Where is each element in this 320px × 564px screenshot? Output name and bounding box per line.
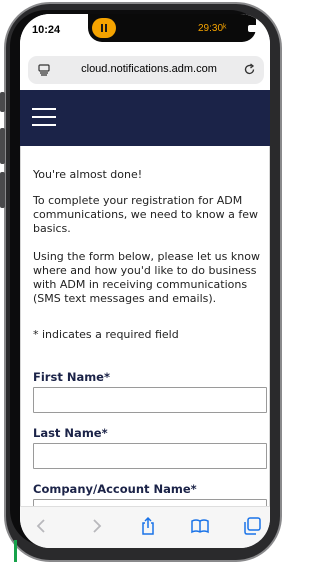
first-name-field[interactable]	[33, 387, 267, 413]
url-text[interactable]: cloud.notifications.adm.com	[64, 63, 234, 75]
tabs-icon[interactable]	[242, 516, 262, 536]
reload-icon[interactable]	[243, 63, 256, 76]
status-time: 10:24	[32, 24, 61, 36]
last-name-label: Last Name*	[33, 426, 108, 440]
company-name-field[interactable]	[33, 499, 267, 506]
status-bar: 10:24 29:30ᵏ	[20, 14, 270, 52]
book-icon[interactable]	[190, 516, 210, 536]
site-header	[20, 90, 270, 146]
pause-icon[interactable]	[92, 18, 116, 38]
mute-switch	[0, 92, 5, 112]
battery-icon	[248, 25, 262, 32]
required-note: * indicates a required field	[33, 328, 179, 341]
instructions-paragraph: Using the form below, please let us know…	[33, 250, 260, 305]
registration-content: You're almost done! To complete your reg…	[20, 146, 270, 506]
address-bar[interactable]: cloud.notifications.adm.com	[28, 56, 264, 84]
page-settings-icon[interactable]	[38, 64, 50, 76]
intro-paragraph: To complete your registration for ADM co…	[33, 194, 259, 235]
company-name-label: Company/Account Name*	[33, 482, 197, 496]
first-name-label: First Name*	[33, 370, 110, 384]
hamburger-icon[interactable]	[32, 108, 56, 128]
status-timer: 29:30ᵏ	[198, 23, 227, 34]
status-marker	[14, 540, 17, 562]
last-name-field[interactable]	[33, 443, 267, 469]
share-icon[interactable]	[138, 516, 158, 536]
phone-screen: 10:24 29:30ᵏ cloud.notifications.adm.com…	[20, 14, 270, 548]
intro-heading: You're almost done!	[33, 168, 143, 181]
browser-toolbar	[20, 506, 270, 548]
chevron-right-icon[interactable]	[86, 516, 106, 536]
volume-up-button	[0, 128, 5, 164]
volume-down-button	[0, 172, 5, 208]
chevron-left-icon[interactable]	[32, 516, 52, 536]
